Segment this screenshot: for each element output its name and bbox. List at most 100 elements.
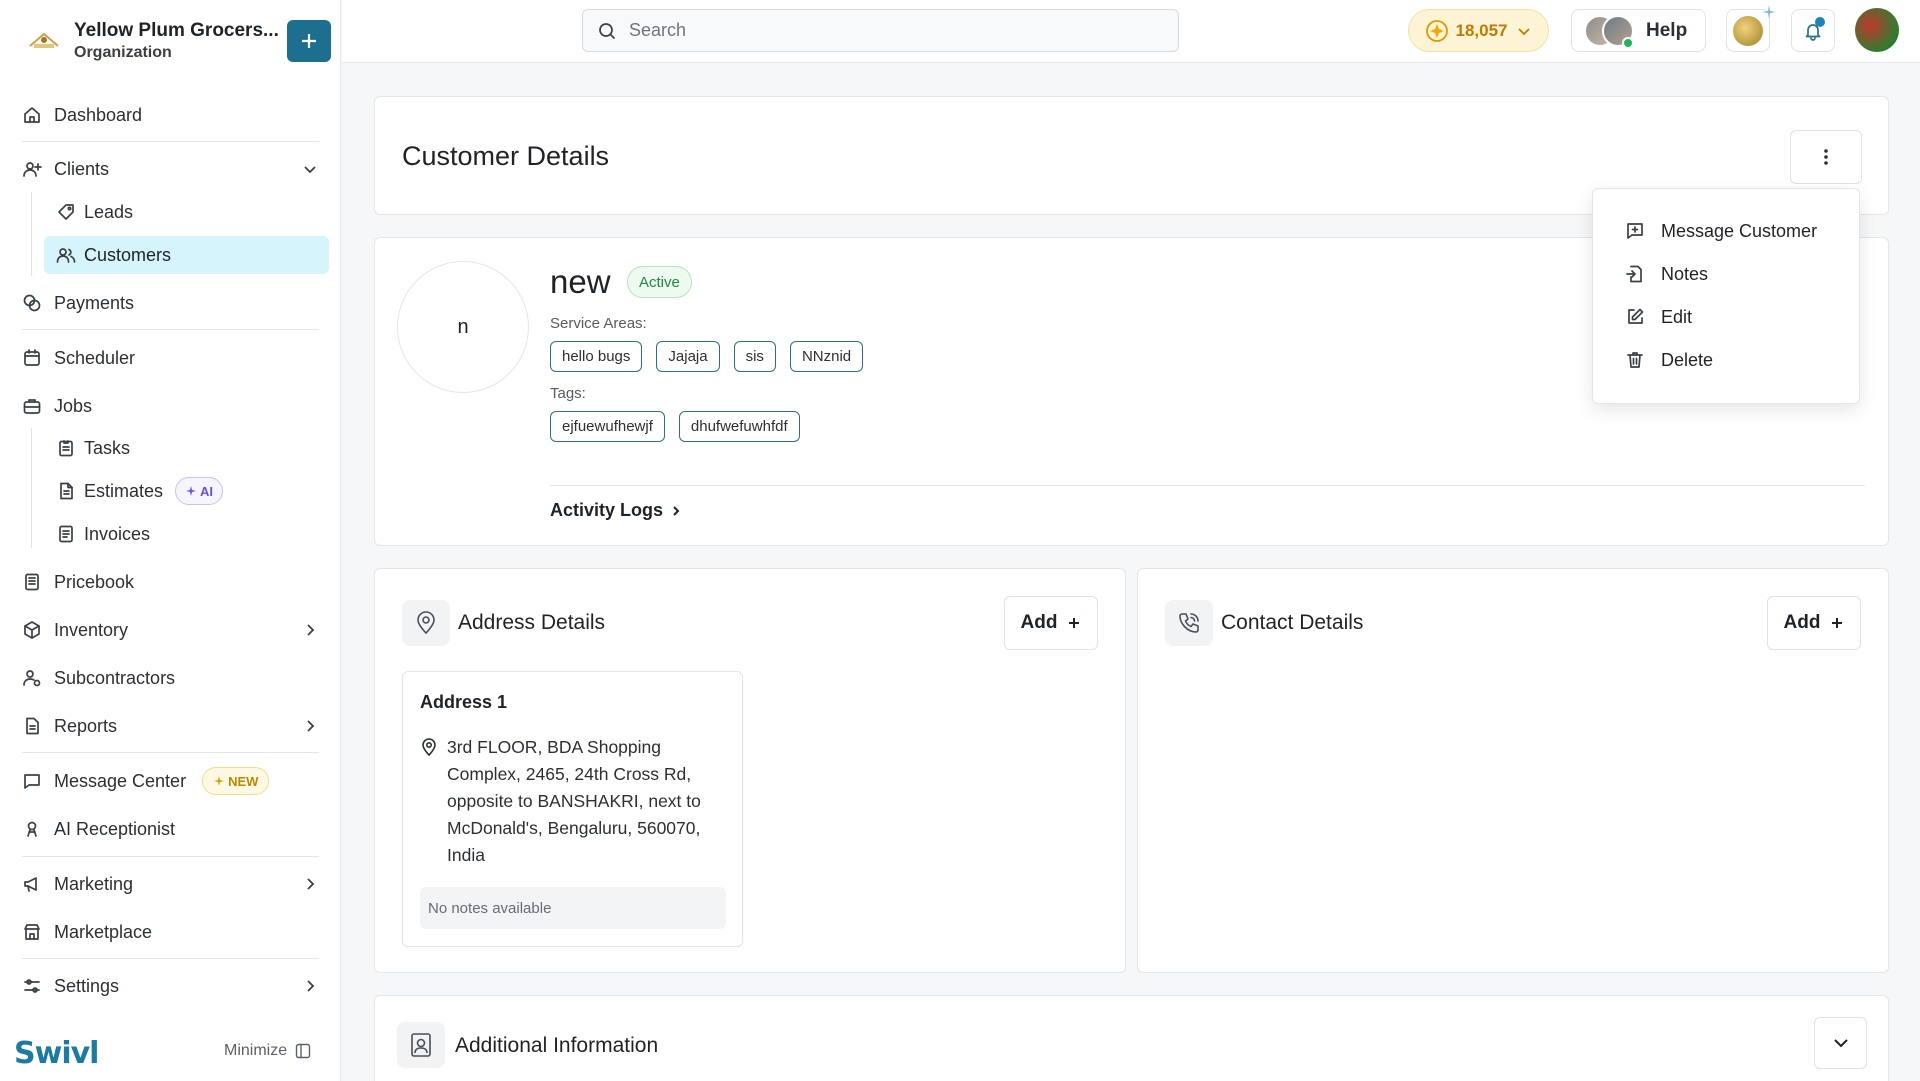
contact-details-card: Contact Details Add <box>1137 568 1889 973</box>
org-switcher[interactable]: Yellow Plum Grocers... Organization <box>22 14 332 70</box>
sidebar-item-pricebook[interactable]: Pricebook <box>22 564 326 600</box>
sidebar-item-leads[interactable]: Leads <box>44 193 329 231</box>
menu-item-notes[interactable]: Notes <box>1625 258 1855 290</box>
calendar-icon <box>22 348 42 368</box>
home-icon <box>22 105 42 125</box>
sidebar-item-label: Jobs <box>54 395 93 416</box>
sidebar-item-reports[interactable]: Reports <box>22 708 326 744</box>
sidebar-item-settings[interactable]: Settings <box>22 968 326 1004</box>
sidebar-item-invoices[interactable]: Invoices <box>44 515 329 553</box>
notification-dot <box>1815 17 1825 27</box>
sidebar-item-inventory[interactable]: Inventory <box>22 612 326 648</box>
sidebar-item-clients[interactable]: Clients <box>22 151 326 187</box>
sidebar-item-label: Dashboard <box>54 104 143 125</box>
new-badge: NEW <box>202 767 270 795</box>
org-name: Yellow Plum Grocers... <box>74 20 279 41</box>
minimize-button[interactable]: Minimize <box>224 1042 311 1060</box>
sidebar-item-dashboard[interactable]: Dashboard <box>22 97 326 133</box>
menu-item-delete[interactable]: Delete <box>1625 344 1855 376</box>
sidebar-item-marketplace[interactable]: Marketplace <box>22 914 326 950</box>
sidebar-item-jobs[interactable]: Jobs <box>22 388 326 424</box>
tag-icon <box>56 202 76 222</box>
sidebar-item-label: Marketing <box>54 873 134 894</box>
user-plus-icon <box>22 159 42 179</box>
menu-item-message-customer[interactable]: Message Customer <box>1625 215 1855 247</box>
chevron-down-icon <box>1833 1039 1848 1048</box>
chevron-right-icon <box>673 505 680 516</box>
trash-icon <box>1625 350 1645 370</box>
user-network-icon <box>22 668 42 688</box>
notifications-button[interactable] <box>1791 9 1835 52</box>
add-address-button[interactable]: Add <box>1004 596 1098 650</box>
rewards-button[interactable] <box>1726 5 1776 52</box>
create-button[interactable] <box>287 20 331 62</box>
sidebar-item-marketing[interactable]: Marketing <box>22 866 326 902</box>
search-icon <box>597 21 617 41</box>
sidebar-item-label: Marketplace <box>54 921 153 942</box>
expand-button[interactable] <box>1814 1017 1867 1069</box>
sidebar-item-tasks[interactable]: Tasks <box>44 429 329 467</box>
service-area-chip: Jajaja <box>656 341 720 372</box>
plus-icon <box>1832 618 1843 628</box>
user-avatar[interactable] <box>1855 8 1899 52</box>
search-bar[interactable] <box>582 9 1179 52</box>
sidebar-item-payments[interactable]: Payments <box>22 285 326 321</box>
divider <box>22 329 319 330</box>
map-pin-icon <box>402 600 450 646</box>
sidebar-item-label: Inventory <box>54 619 129 640</box>
additional-info-title: Additional Information <box>455 1034 659 1057</box>
tag-chip: ejfuewufhewjf <box>550 411 665 442</box>
customer-avatar: n <box>397 261 529 393</box>
sidebar-item-estimates[interactable]: Estimates AI <box>44 472 329 510</box>
activity-logs-label: Activity Logs <box>550 500 664 520</box>
divider <box>550 485 1865 486</box>
org-type: Organization <box>74 44 172 61</box>
coin-icon <box>1425 19 1448 42</box>
reward-avatar <box>1733 15 1763 46</box>
phone-icon <box>1165 600 1213 646</box>
chevron-right-icon <box>300 976 320 996</box>
chevron-right-icon <box>300 716 320 736</box>
contact-section-title: Contact Details <box>1221 611 1364 634</box>
box-icon <box>22 620 42 640</box>
sidebar-item-ai-receptionist[interactable]: AI Receptionist <box>22 811 326 847</box>
status-badge: Active <box>627 266 692 298</box>
ai-badge: AI <box>175 477 224 505</box>
sidebar-item-scheduler[interactable]: Scheduler <box>22 340 326 376</box>
chevron-down-icon <box>300 159 320 179</box>
sidebar-item-label: Settings <box>54 975 120 996</box>
report-icon <box>22 716 42 736</box>
id-card-icon <box>397 1022 445 1068</box>
activity-logs-link[interactable]: Activity Logs <box>550 500 683 521</box>
search-input[interactable] <box>629 20 1129 41</box>
sidebar-item-message-center[interactable]: Message Center NEW <box>22 763 326 799</box>
more-actions-button[interactable] <box>1790 130 1862 184</box>
credits-button[interactable]: 18,057 <box>1408 9 1549 52</box>
tag-chip: dhufwefuwhfdf <box>678 411 800 442</box>
chevron-right-icon <box>300 620 320 640</box>
divider <box>22 856 319 857</box>
menu-item-edit[interactable]: Edit <box>1625 301 1855 333</box>
sidebar-item-label: Leads <box>84 201 134 222</box>
menu-item-label: Notes <box>1661 263 1709 284</box>
service-areas-list: hello bugs Jajaja sis NNznid <box>550 341 864 372</box>
service-area-chip: sis <box>733 341 776 372</box>
chevron-right-icon <box>300 874 320 894</box>
file-icon <box>56 481 76 501</box>
sidebar-item-label: Message Center <box>54 770 187 791</box>
users-icon <box>56 245 76 265</box>
credits-value: 18,057 <box>1455 20 1508 40</box>
divider <box>22 958 319 959</box>
sidebar-item-label: Reports <box>54 715 118 736</box>
sidebar-item-label: Pricebook <box>54 571 135 592</box>
sidebar-item-label: Payments <box>54 292 135 313</box>
address-card[interactable]: Address 1 3rd FLOOR, BDA Shopping Comple… <box>402 671 743 947</box>
add-contact-button[interactable]: Add <box>1767 596 1861 650</box>
clipboard-icon <box>56 438 76 458</box>
briefcase-icon <box>22 396 42 416</box>
help-button[interactable]: Help <box>1571 9 1706 52</box>
sliders-icon <box>22 976 42 996</box>
sidebar-item-customers[interactable]: Customers <box>44 236 329 274</box>
sidebar-item-subcontractors[interactable]: Subcontractors <box>22 660 326 696</box>
sidebar-item-label: Tasks <box>84 437 131 458</box>
